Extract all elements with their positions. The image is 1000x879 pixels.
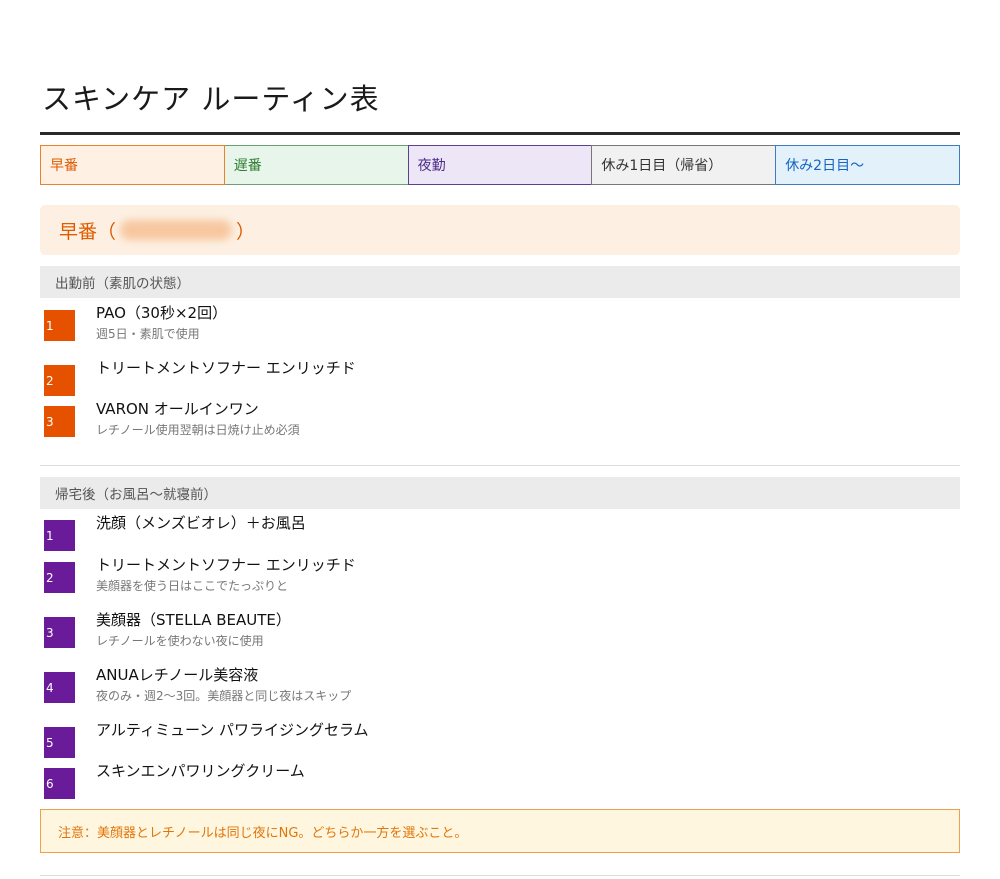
step-name: トリートメントソフナー エンリッチド [96,359,356,377]
step-note: 夜のみ・週2〜3回。美顔器と同じ夜はスキップ [96,689,352,703]
shift-header: 早番（ ） [40,205,960,255]
page-title: スキンケア ルーティン表 [42,82,380,116]
tab-label: 早番 [50,158,78,174]
step-note: レチノール使用翌朝は日焼け止め必須 [96,423,300,437]
shift-tabs: 早番 遅番 夜勤 休み1日目（帰省） 休み2日目〜 [40,145,960,185]
step-name: PAO（30秒×2回） [96,304,228,322]
step-number-badge: 1 [44,310,75,341]
section-heading-after-work: 帰宅後（お風呂〜就寝前） [40,477,960,509]
step-number-badge: 6 [44,768,75,799]
step-name: アルティミューン パワライジングセラム [96,721,369,739]
step-number-badge: 3 [44,617,75,648]
section-divider [40,465,960,466]
step-name: VARON オールインワン [96,400,259,418]
tab-label: 夜勤 [417,158,446,174]
bottom-divider [40,875,960,876]
section-heading-before-work: 出勤前（素肌の状態） [40,266,960,298]
tab-label: 休み1日目（帰省） [601,158,723,174]
step-number-badge: 5 [44,727,75,758]
step-name: 洗顔（メンズビオレ）＋お風呂 [96,514,306,532]
step-number-badge: 4 [44,672,75,703]
title-divider [40,132,960,135]
step-note: 週5日・素肌で使用 [96,327,200,341]
shift-label-suffix: ） [236,220,256,243]
tab-late-shift[interactable]: 遅番 [223,145,409,185]
step-name: トリートメントソフナー エンリッチド [96,556,356,574]
tab-day-off-2[interactable]: 休み2日目〜 [775,145,960,185]
blurred-time-range [120,220,233,240]
step-name: スキンエンパワリングクリーム [96,762,305,780]
step-note: 美顔器を使う日はここでたっぷりと [96,579,289,593]
step-number-badge: 1 [44,520,75,551]
tab-night-shift[interactable]: 夜勤 [407,145,593,185]
tab-day-off-1[interactable]: 休み1日目（帰省） [591,145,777,185]
step-name: ANUAレチノール美容液 [96,666,259,684]
step-number-badge: 2 [44,562,75,593]
warning-notice: 注意：美顔器とレチノールは同じ夜にNG。どちらか一方を選ぶこと。 [40,809,960,853]
tab-label: 遅番 [233,158,262,174]
shift-label-prefix: 早番（ [59,220,117,243]
tab-early-shift[interactable]: 早番 [40,145,225,185]
step-name: 美顔器（STELLA BEAUTE） [96,611,291,629]
tab-label: 休み2日目〜 [785,158,865,174]
step-number-badge: 2 [44,365,75,396]
step-number-badge: 3 [44,406,75,437]
step-note: レチノールを使わない夜に使用 [96,634,264,648]
